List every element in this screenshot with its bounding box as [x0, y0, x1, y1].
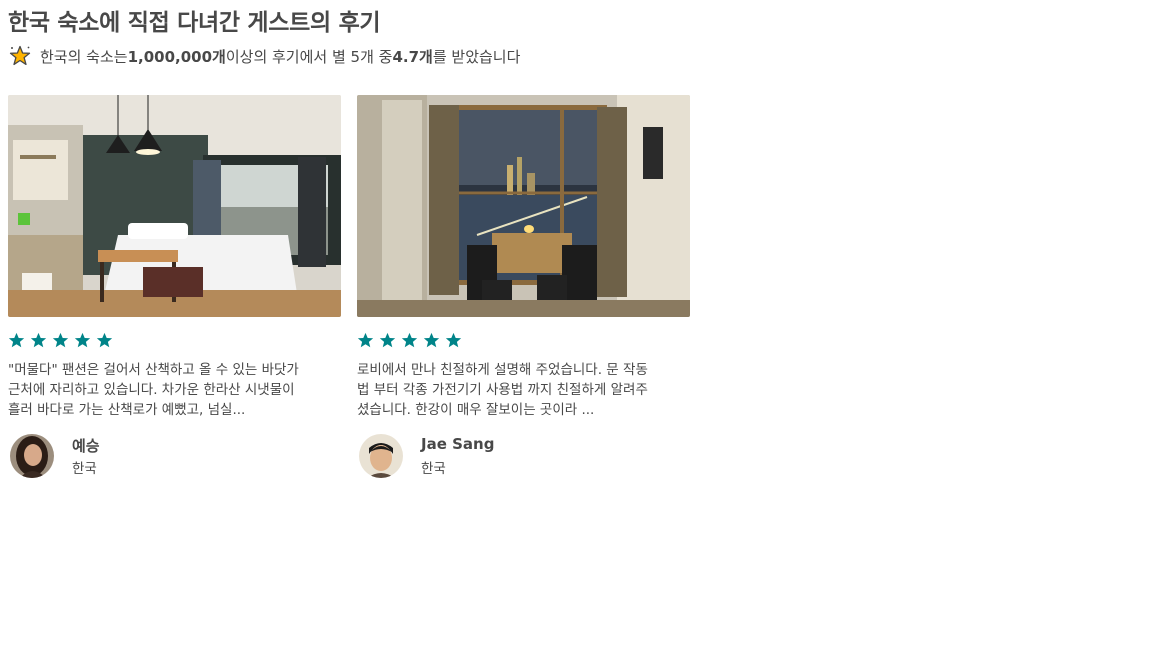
review-card[interactable]: 로비에서 만나 친절하게 설명해 주었습니다. 문 작동법 부터 각종 가전기기…: [357, 95, 690, 480]
star-icon: [401, 332, 418, 348]
avatar[interactable]: [359, 434, 403, 478]
star-icon: [8, 332, 25, 348]
star-icon: [357, 332, 374, 348]
review-card[interactable]: "머물다" 팬션은 걸어서 산책하고 올 수 있는 바닷가 근처에 자리하고 있…: [8, 95, 341, 480]
author-name[interactable]: 예승: [72, 435, 100, 456]
review-author[interactable]: 예승 한국: [8, 434, 341, 480]
summary-suffix: 를 받았습니다: [432, 47, 521, 66]
page-title: 한국 숙소에 직접 다녀간 게스트의 후기: [8, 10, 381, 36]
studio-bedroom-photo[interactable]: [8, 95, 341, 317]
rating-stars: [357, 332, 690, 350]
summary-prefix: 한국의 숙소는: [40, 47, 128, 66]
star-icon: [74, 332, 91, 348]
author-name[interactable]: Jae Sang: [421, 435, 494, 453]
star-icon: [52, 332, 69, 348]
review-count: 1,000,000개: [127, 47, 226, 66]
rating-stars: [8, 332, 341, 350]
review-text: "머물다" 팬션은 걸어서 산책하고 올 수 있는 바닷가 근처에 자리하고 있…: [8, 362, 299, 418]
rating-summary: 한국의 숙소는 1,000,000개 이상의 후기에서 별 5개 중 4.7개 를…: [8, 44, 520, 68]
review-text: 로비에서 만나 친절하게 설명해 주었습니다. 문 작동법 부터 각종 가전기기…: [357, 362, 648, 418]
average-rating: 4.7개: [392, 47, 433, 66]
star-icon: [96, 332, 113, 348]
star-badge-icon: [9, 45, 31, 66]
star-icon: [445, 332, 462, 348]
avatar[interactable]: [10, 434, 54, 478]
author-location: 한국: [421, 461, 446, 477]
river-view-dining-photo[interactable]: [357, 95, 690, 317]
star-icon: [30, 332, 47, 348]
author-location: 한국: [72, 461, 97, 477]
review-author[interactable]: Jae Sang 한국: [357, 434, 690, 480]
star-icon: [379, 332, 396, 348]
star-icon: [423, 332, 440, 348]
summary-middle: 이상의 후기에서 별 5개 중: [225, 47, 393, 66]
